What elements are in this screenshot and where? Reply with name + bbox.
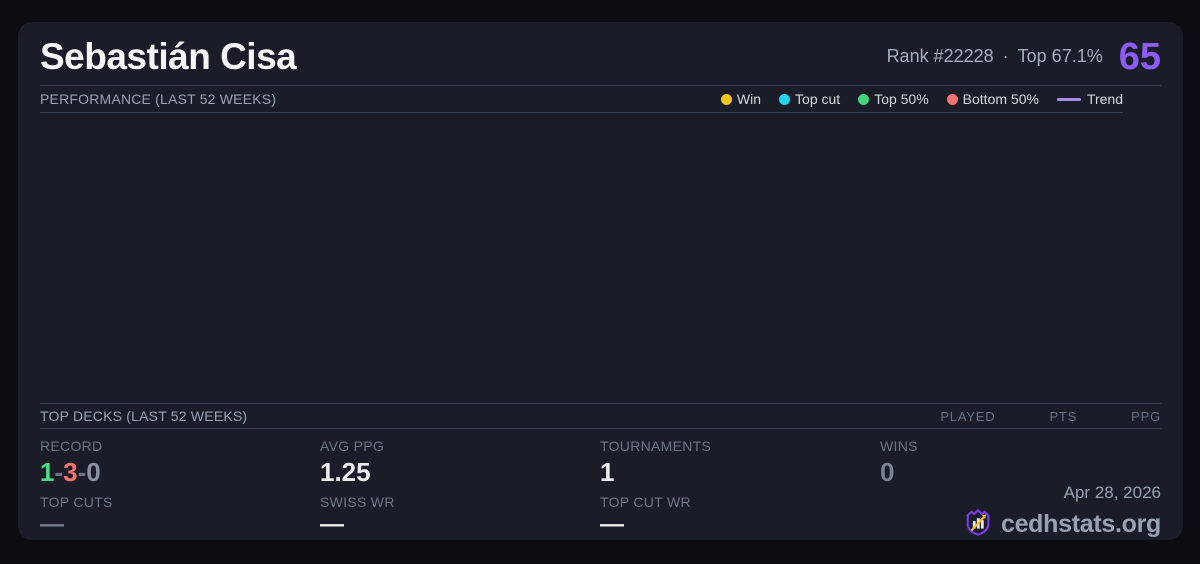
legend-bottom-50: Bottom 50% <box>947 91 1039 107</box>
separator-dot: · <box>1003 46 1009 66</box>
legend-label: Top 50% <box>874 91 928 107</box>
top-cut-dot-icon <box>779 94 790 105</box>
footer-meta: Apr 28, 2026 cedhstats.org <box>963 483 1161 540</box>
legend-label: Bottom 50% <box>963 91 1039 107</box>
record-value: 1-3-0 <box>40 459 320 485</box>
rank-text: Rank #22228 <box>887 46 994 66</box>
top-cut-wr-value: — <box>600 514 880 536</box>
record-separator: - <box>78 457 87 487</box>
column-header-ppg: PPG <box>1131 409 1161 424</box>
top-50-dot-icon <box>858 94 869 105</box>
top-cuts-label: TOP CUTS <box>40 494 320 510</box>
wins-value: 0 <box>880 459 1161 485</box>
rank-info: Rank #22228 · Top 67.1% <box>887 46 1103 67</box>
stats-grid: RECORD 1-3-0 TOP CUTS — AVG PPG 1.25 SWI… <box>40 428 1161 535</box>
top-decks-section-title: TOP DECKS (LAST 52 WEEKS) <box>40 408 247 424</box>
tournaments-label: TOURNAMENTS <box>600 438 880 454</box>
trend-line-icon <box>1057 98 1081 101</box>
brand-text: cedhstats.org <box>1001 510 1161 539</box>
legend-label: Win <box>737 91 761 107</box>
record-separator: - <box>54 457 63 487</box>
win-dot-icon <box>721 94 732 105</box>
wins-label: WINS <box>880 438 1161 454</box>
performance-chart <box>40 113 1161 403</box>
record-losses: 3 <box>63 457 77 487</box>
top-cut-wr-label: TOP CUT WR <box>600 494 880 510</box>
performance-header-row: PERFORMANCE (LAST 52 WEEKS) Win Top cut … <box>40 86 1123 113</box>
brand-link[interactable]: cedhstats.org <box>963 507 1161 540</box>
record-draws: 0 <box>86 457 100 487</box>
column-header-played: PLAYED <box>940 409 995 424</box>
page-title: Sebastián Cisa <box>40 36 296 78</box>
column-header-pts: PTS <box>1049 409 1077 424</box>
date-text: Apr 28, 2026 <box>1064 483 1161 503</box>
cedhstats-shield-icon <box>963 507 993 540</box>
top-percent-text: Top 67.1% <box>1018 46 1103 66</box>
card-header: Sebastián Cisa Rank #22228 · Top 67.1% 65 <box>40 22 1161 86</box>
avg-ppg-label: AVG PPG <box>320 438 600 454</box>
record-label: RECORD <box>40 438 320 454</box>
player-stats-card: Sebastián Cisa Rank #22228·Top 67.1% 65 … <box>18 22 1183 540</box>
swiss-wr-label: SWISS WR <box>320 494 600 510</box>
swiss-wr-value: — <box>320 514 600 536</box>
rank-score-group: Rank #22228 · Top 67.1% 65 <box>887 38 1161 76</box>
performance-section-title: PERFORMANCE (LAST 52 WEEKS) <box>40 91 276 107</box>
legend-top-50: Top 50% <box>858 91 928 107</box>
legend-top-cut: Top cut <box>779 91 840 107</box>
record-wins: 1 <box>40 457 54 487</box>
top-cuts-value: — <box>40 514 320 536</box>
legend-label: Top cut <box>795 91 840 107</box>
stat-col-record: RECORD 1-3-0 TOP CUTS — <box>40 438 320 536</box>
stat-col-tournaments: TOURNAMENTS 1 TOP CUT WR — <box>600 438 880 536</box>
score-value: 65 <box>1119 38 1161 76</box>
tournaments-value: 1 <box>600 459 880 485</box>
chart-legend: Win Top cut Top 50% Bottom 50% Trend <box>721 91 1123 107</box>
stat-col-ppg: AVG PPG 1.25 SWISS WR — <box>320 438 600 536</box>
legend-label: Trend <box>1087 91 1123 107</box>
legend-win: Win <box>721 91 761 107</box>
top-decks-header-row: TOP DECKS (LAST 52 WEEKS) PLAYED PTS PPG <box>40 404 1161 428</box>
avg-ppg-value: 1.25 <box>320 459 600 485</box>
top-decks-columns: PLAYED PTS PPG <box>940 409 1161 424</box>
bottom-50-dot-icon <box>947 94 958 105</box>
legend-trend: Trend <box>1057 91 1123 107</box>
